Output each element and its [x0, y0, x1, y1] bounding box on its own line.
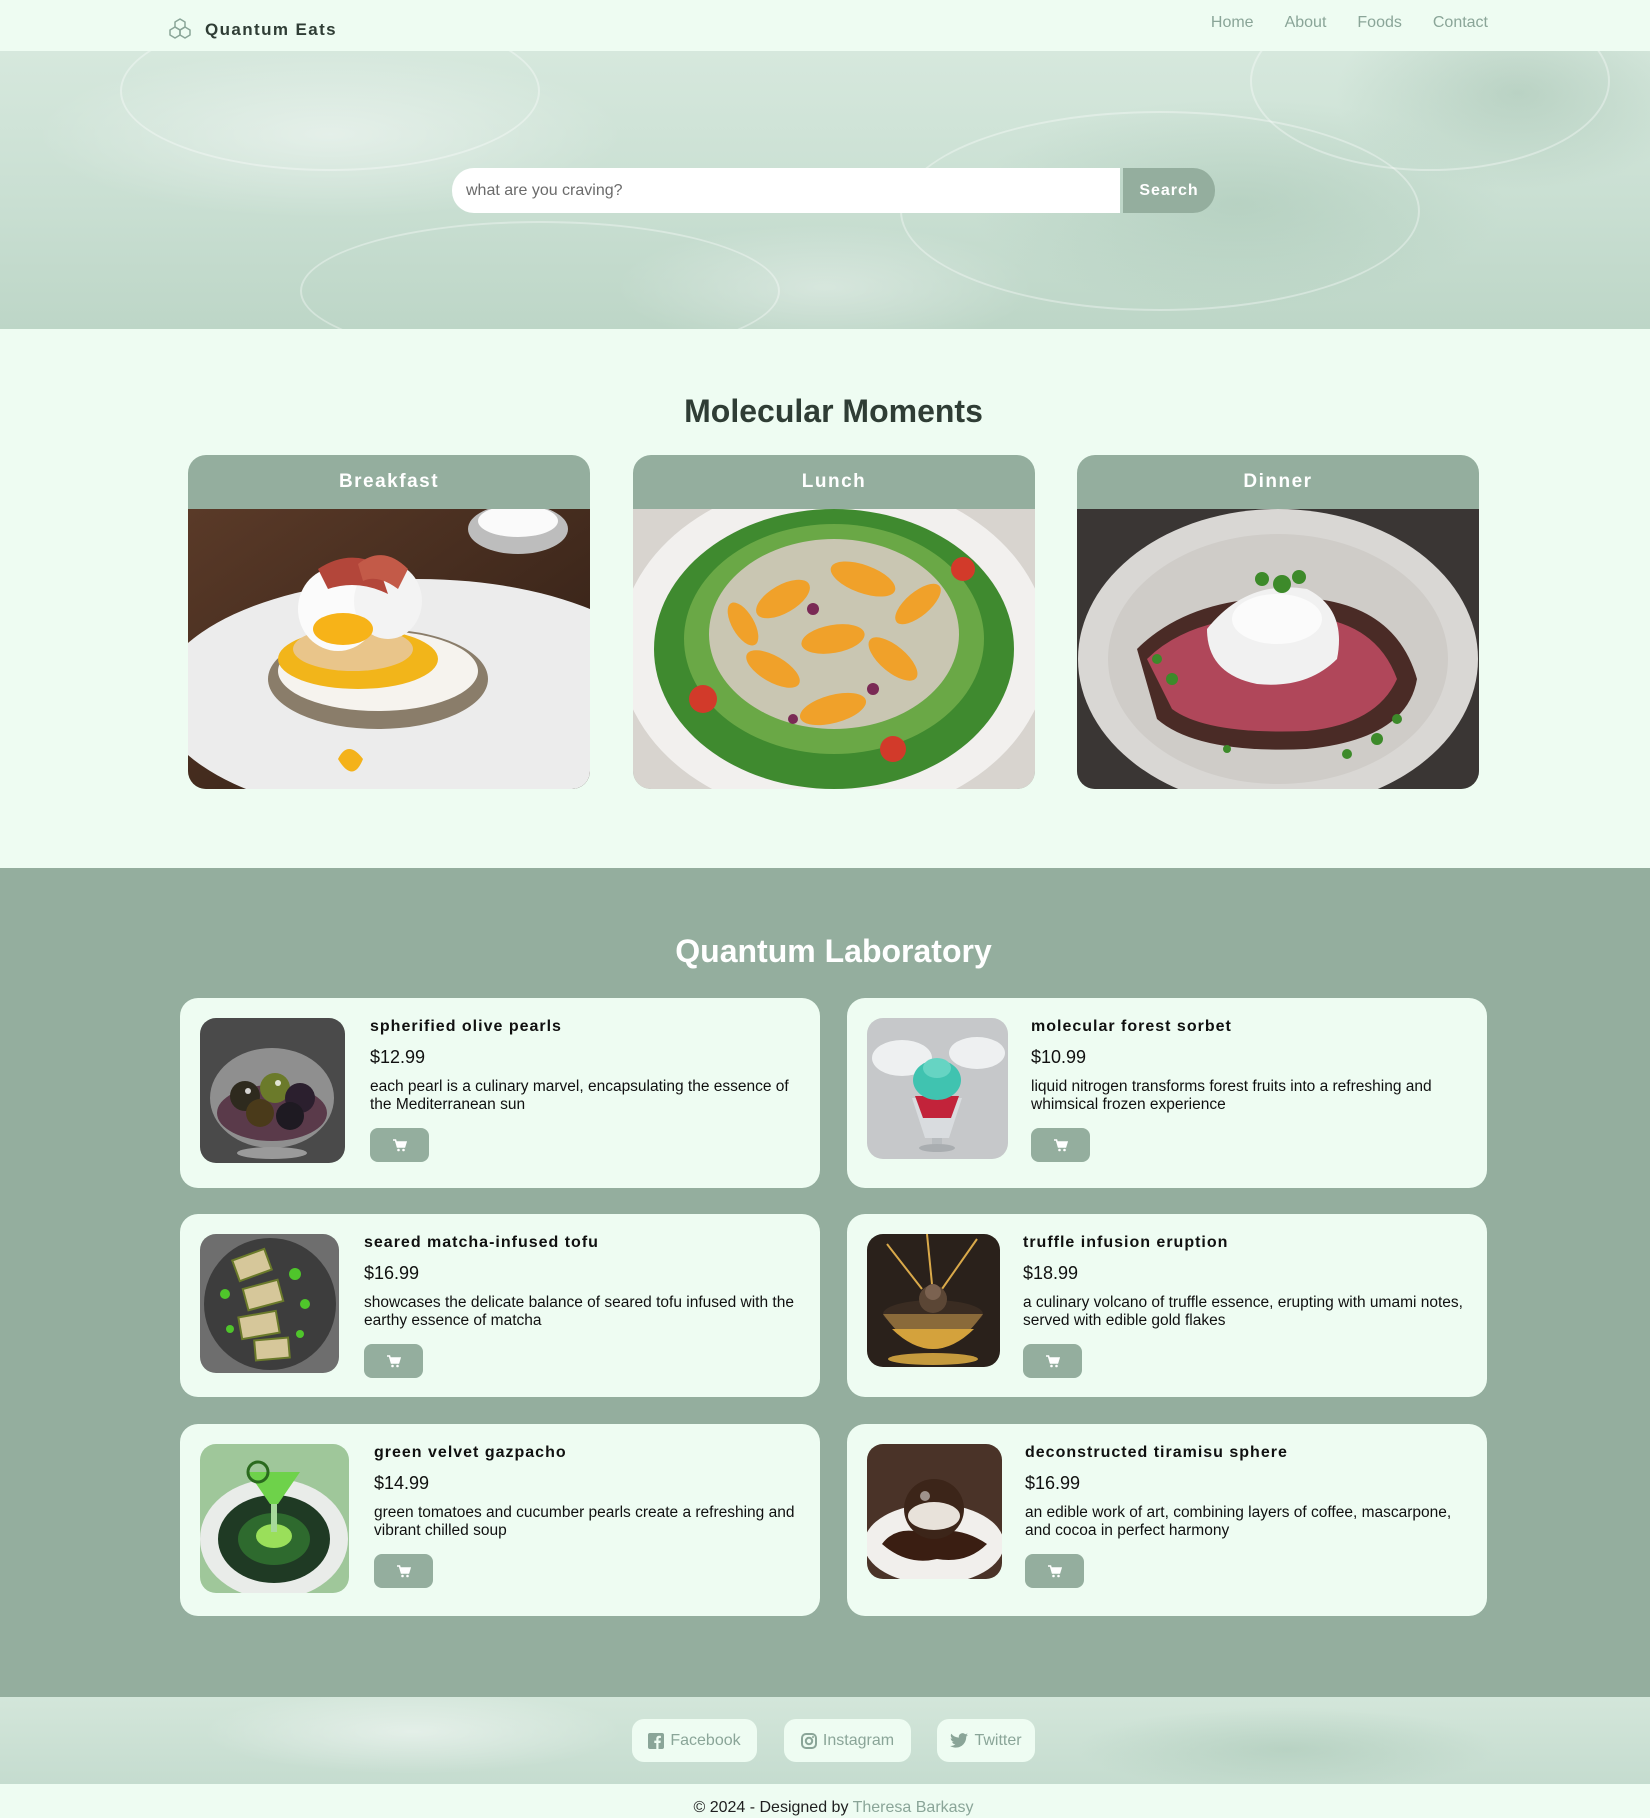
- add-to-cart-button[interactable]: [1031, 1128, 1090, 1162]
- smoke-decoration: [300, 221, 780, 329]
- cart-icon: [1047, 1564, 1062, 1577]
- add-to-cart-button[interactable]: [1025, 1554, 1084, 1588]
- menu-item-card: deconstructed tiramisu sphere $16.99 an …: [847, 1424, 1487, 1616]
- item-body: seared matcha-infused tofu $16.99 showca…: [364, 1234, 802, 1378]
- nav-link-foods[interactable]: Foods: [1357, 14, 1401, 32]
- instagram-icon: [800, 1732, 817, 1749]
- cart-icon: [386, 1354, 401, 1367]
- search-button[interactable]: Search: [1123, 168, 1215, 213]
- twitter-icon: [950, 1733, 969, 1748]
- search-form: Search: [452, 168, 1215, 213]
- twitter-link[interactable]: Twitter: [937, 1719, 1035, 1762]
- item-image: [867, 1018, 1008, 1159]
- tiramisu-sphere-image: [867, 1444, 1002, 1579]
- truffle-eruption-image: [867, 1234, 1000, 1367]
- breakfast-image: [188, 509, 590, 789]
- item-body: spherified olive pearls $12.99 each pear…: [370, 1018, 802, 1162]
- item-name: molecular forest sorbet: [1031, 1018, 1232, 1035]
- add-to-cart-button[interactable]: [370, 1128, 429, 1162]
- menu-item-card: seared matcha-infused tofu $16.99 showca…: [180, 1214, 820, 1397]
- meal-card-dinner[interactable]: Dinner: [1077, 455, 1479, 789]
- item-image: [200, 1444, 349, 1593]
- nav-link-about[interactable]: About: [1285, 14, 1327, 32]
- item-name: truffle infusion eruption: [1023, 1234, 1229, 1251]
- footer-social-band: Facebook Instagram Twitter: [0, 1697, 1650, 1784]
- meal-card-breakfast[interactable]: Breakfast: [188, 455, 590, 789]
- menu-item-card: truffle infusion eruption $18.99 a culin…: [847, 1214, 1487, 1397]
- gazpacho-image: [200, 1444, 349, 1593]
- quantum-laboratory-section: Quantum Laboratory spherified olive pear…: [0, 868, 1650, 1697]
- item-price: $16.99: [1025, 1473, 1081, 1493]
- item-name: green velvet gazpacho: [374, 1444, 567, 1461]
- item-body: molecular forest sorbet $10.99 liquid ni…: [1031, 1018, 1469, 1162]
- smoke-decoration: [120, 51, 540, 171]
- item-name: spherified olive pearls: [370, 1018, 562, 1035]
- cart-icon: [396, 1564, 411, 1577]
- item-image: [200, 1018, 345, 1163]
- item-price: $10.99: [1031, 1047, 1087, 1067]
- dinner-image: [1077, 509, 1479, 789]
- item-description: liquid nitrogen transforms forest fruits…: [1031, 1078, 1432, 1113]
- item-name: deconstructed tiramisu sphere: [1025, 1444, 1288, 1461]
- item-description: green tomatoes and cucumber pearls creat…: [374, 1504, 795, 1539]
- facebook-label: Facebook: [670, 1731, 741, 1749]
- twitter-label: Twitter: [974, 1731, 1022, 1749]
- top-nav: Quantum Eats Home About Foods Contact: [0, 0, 1650, 51]
- cart-icon: [392, 1138, 407, 1151]
- lunch-image: [633, 509, 1035, 789]
- menu-item-card: spherified olive pearls $12.99 each pear…: [180, 998, 820, 1188]
- item-price: $16.99: [364, 1263, 420, 1283]
- meal-card-lunch[interactable]: Lunch: [633, 455, 1035, 789]
- matcha-tofu-image: [200, 1234, 339, 1373]
- meal-card-label: Dinner: [1243, 471, 1313, 492]
- copyright-text: © 2024 - Designed by: [693, 1799, 853, 1816]
- instagram-label: Instagram: [822, 1731, 895, 1749]
- item-image: [200, 1234, 339, 1373]
- item-price: $12.99: [370, 1047, 426, 1067]
- item-description: a culinary volcano of truffle essence, e…: [1023, 1294, 1463, 1329]
- nav-link-contact[interactable]: Contact: [1433, 14, 1488, 32]
- olive-pearls-image: [200, 1018, 345, 1163]
- item-image: [867, 1234, 1000, 1367]
- cart-icon: [1045, 1354, 1060, 1367]
- item-description: an edible work of art, combining layers …: [1025, 1504, 1452, 1539]
- menu-item-card: molecular forest sorbet $10.99 liquid ni…: [847, 998, 1487, 1188]
- cubes-logo-icon: [169, 18, 191, 39]
- search-input[interactable]: [452, 168, 1120, 213]
- item-image: [867, 1444, 1002, 1579]
- nav-links: Home About Foods Contact: [1211, 14, 1488, 32]
- item-body: truffle infusion eruption $18.99 a culin…: [1023, 1234, 1469, 1378]
- item-price: $14.99: [374, 1473, 430, 1493]
- add-to-cart-button[interactable]: [374, 1554, 433, 1588]
- section-title-molecular-moments: Molecular Moments: [684, 393, 983, 429]
- cart-icon: [1053, 1138, 1068, 1151]
- meal-card-label: Lunch: [801, 471, 867, 492]
- add-to-cart-button[interactable]: [1023, 1344, 1082, 1378]
- item-body: green velvet gazpacho $14.99 green tomat…: [374, 1444, 802, 1588]
- facebook-icon: [648, 1732, 665, 1749]
- item-name: seared matcha-infused tofu: [364, 1234, 599, 1251]
- hero-banner: Search: [0, 51, 1650, 329]
- menu-item-card: green velvet gazpacho $14.99 green tomat…: [180, 1424, 820, 1616]
- nav-link-home[interactable]: Home: [1211, 14, 1254, 32]
- copyright: © 2024 - Designed by Theresa Barkasy: [0, 1799, 1650, 1817]
- item-body: deconstructed tiramisu sphere $16.99 an …: [1025, 1444, 1469, 1588]
- add-to-cart-button[interactable]: [364, 1344, 423, 1378]
- section-title-quantum-laboratory: Quantum Laboratory: [675, 933, 992, 969]
- meal-card-label: Breakfast: [338, 471, 440, 492]
- item-price: $18.99: [1023, 1263, 1079, 1283]
- forest-sorbet-image: [867, 1018, 1008, 1159]
- instagram-link[interactable]: Instagram: [784, 1719, 911, 1762]
- facebook-link[interactable]: Facebook: [632, 1719, 757, 1762]
- designer-link[interactable]: Theresa Barkasy: [853, 1799, 974, 1816]
- brand[interactable]: Quantum Eats: [166, 16, 337, 44]
- brand-name: Quantum Eats: [205, 20, 338, 39]
- item-description: showcases the delicate balance of seared…: [364, 1294, 794, 1329]
- item-description: each pearl is a culinary marvel, encapsu…: [370, 1078, 789, 1113]
